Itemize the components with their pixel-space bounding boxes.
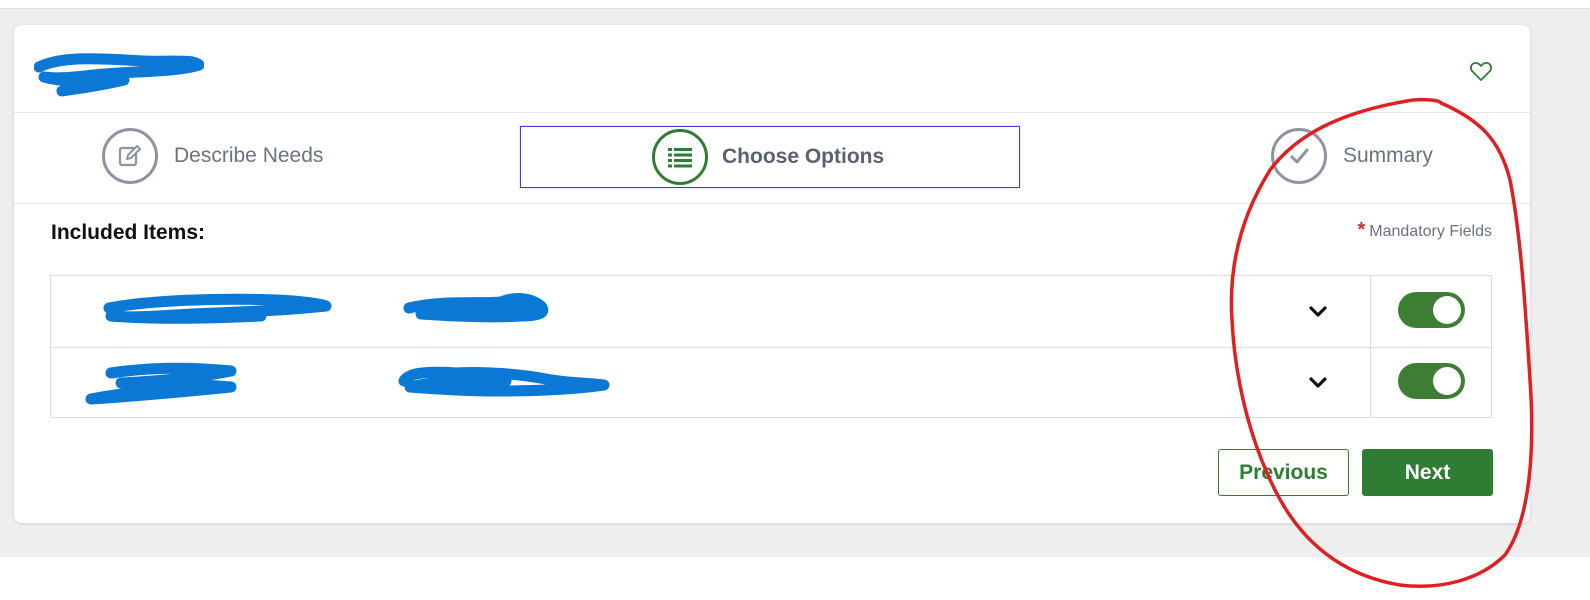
step-label: Describe Needs: [174, 144, 324, 167]
step-circle: [1271, 128, 1327, 184]
redacted-item-detail: [398, 366, 610, 397]
toggle-knob: [1433, 367, 1461, 395]
required-star: *: [1357, 219, 1366, 241]
previous-button[interactable]: Previous: [1218, 449, 1349, 496]
redacted-item-name: [103, 293, 332, 324]
redacted-title: [34, 53, 204, 97]
redacted-item-name: [85, 362, 237, 405]
step-circle: [102, 128, 158, 184]
mandatory-fields-note: * Mandatory Fields: [1357, 219, 1492, 242]
mandatory-fields-label: Mandatory Fields: [1369, 223, 1492, 240]
step-label: Choose Options: [722, 145, 885, 168]
toggle-knob: [1433, 296, 1461, 324]
included-items-heading: Included Items:: [51, 221, 206, 244]
step-choose-options[interactable]: Choose Options: [520, 126, 1020, 188]
toggle-cell: [1370, 347, 1491, 418]
list-icon: [668, 148, 692, 168]
heart-outline-icon[interactable]: [1469, 60, 1493, 82]
chevron-down-icon[interactable]: [1306, 299, 1330, 323]
wizard-card: Describe Needs Choose Options Summary In…: [14, 25, 1530, 523]
table-row: [51, 347, 1491, 418]
toggle-cell: [1370, 276, 1491, 347]
include-toggle[interactable]: [1398, 292, 1465, 328]
step-circle: [652, 129, 708, 185]
step-label: Summary: [1343, 144, 1433, 167]
include-toggle[interactable]: [1398, 363, 1465, 399]
table-row: [51, 276, 1491, 348]
wizard-stepper: Describe Needs Choose Options Summary: [14, 113, 1530, 204]
step-describe-needs[interactable]: Describe Needs: [102, 128, 323, 184]
next-button[interactable]: Next: [1362, 449, 1493, 496]
chevron-down-icon[interactable]: [1306, 370, 1330, 394]
redacted-item-detail: [403, 293, 549, 323]
step-summary[interactable]: Summary: [1271, 128, 1433, 184]
included-items-table: [50, 275, 1492, 418]
card-header: [14, 25, 1530, 113]
check-icon: [1290, 148, 1309, 164]
edit-icon: [118, 145, 141, 167]
